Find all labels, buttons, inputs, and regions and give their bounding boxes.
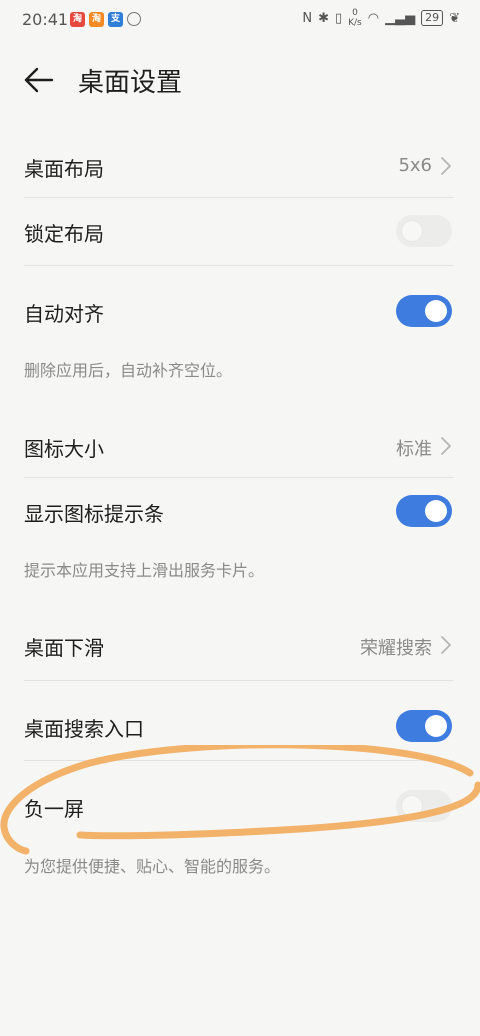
setting-desktop-layout[interactable]: 桌面布局 5x6	[0, 135, 480, 197]
toggle-knob	[425, 300, 447, 322]
record-icon	[127, 12, 141, 26]
setting-label: 锁定布局	[24, 222, 104, 246]
taobao-notification-icon: 淘	[70, 12, 85, 27]
divider	[24, 265, 454, 266]
bluetooth-icon: ✱	[318, 10, 329, 26]
taobao-app-icon: 淘	[89, 12, 104, 27]
toggle-knob	[425, 500, 447, 522]
setting-minus-one-screen: 负一屏	[0, 775, 480, 837]
nfc-icon: N	[302, 10, 313, 26]
wifi-icon: ◠	[367, 10, 380, 26]
toggle-knob	[425, 715, 447, 737]
status-app-icons: 淘 淘 支	[70, 12, 141, 27]
setting-icon-size[interactable]: 图标大小 标准	[0, 415, 480, 477]
show-icon-hint-description: 提示本应用支持上滑出服务卡片。	[24, 561, 265, 580]
setting-show-icon-hint: 显示图标提示条	[0, 480, 480, 542]
minus-one-screen-description: 为您提供便捷、贴心、智能的服务。	[24, 857, 281, 876]
page-title: 桌面设置	[78, 68, 183, 98]
status-indicators: N ✱ ▯ 0 K/s ◠ ▁▃▅ 29 ❦	[302, 8, 460, 28]
setting-label: 负一屏	[24, 797, 84, 821]
setting-auto-align: 自动对齐	[0, 280, 480, 342]
alipay-icon: 支	[108, 12, 123, 27]
toggle-knob	[401, 795, 423, 817]
chevron-right-icon	[441, 636, 451, 654]
network-speed: 0 K/s	[348, 8, 362, 28]
divider	[24, 197, 454, 198]
setting-desktop-swipe[interactable]: 桌面下滑 荣耀搜索	[0, 614, 480, 676]
chevron-right-icon	[441, 157, 451, 175]
setting-search-entry: 桌面搜索入口	[0, 695, 480, 757]
battery-icon: 29	[421, 10, 444, 26]
setting-lock-layout: 锁定布局	[0, 200, 480, 262]
divider	[24, 680, 454, 681]
back-arrow-icon[interactable]	[22, 62, 58, 98]
toggle-knob	[401, 220, 423, 242]
setting-value: 5x6	[398, 155, 432, 176]
setting-label: 自动对齐	[24, 302, 104, 326]
show-icon-hint-toggle[interactable]	[396, 495, 452, 527]
setting-value: 荣耀搜索	[360, 638, 432, 659]
setting-label: 桌面搜索入口	[24, 717, 144, 741]
setting-label: 桌面下滑	[24, 636, 104, 660]
setting-label: 桌面布局	[24, 157, 104, 181]
leaf-icon: ❦	[449, 10, 460, 26]
divider	[24, 760, 454, 761]
minus-one-screen-toggle[interactable]	[396, 790, 452, 822]
setting-label: 显示图标提示条	[24, 502, 164, 526]
signal-icon: ▁▃▅	[385, 10, 416, 26]
status-bar: 20:41 淘 淘 支 N ✱ ▯ 0 K/s ◠ ▁▃▅ 29 ❦	[0, 0, 480, 40]
chevron-right-icon	[441, 437, 451, 455]
search-entry-toggle[interactable]	[396, 710, 452, 742]
auto-align-toggle[interactable]	[396, 295, 452, 327]
setting-label: 图标大小	[24, 437, 104, 461]
divider	[24, 477, 454, 478]
vibrate-icon: ▯	[334, 10, 343, 26]
setting-value: 标准	[396, 439, 432, 460]
header: 桌面设置	[0, 50, 480, 110]
lock-layout-toggle[interactable]	[396, 215, 452, 247]
status-time: 20:41	[22, 10, 69, 29]
auto-align-description: 删除应用后，自动补齐空位。	[24, 361, 233, 380]
